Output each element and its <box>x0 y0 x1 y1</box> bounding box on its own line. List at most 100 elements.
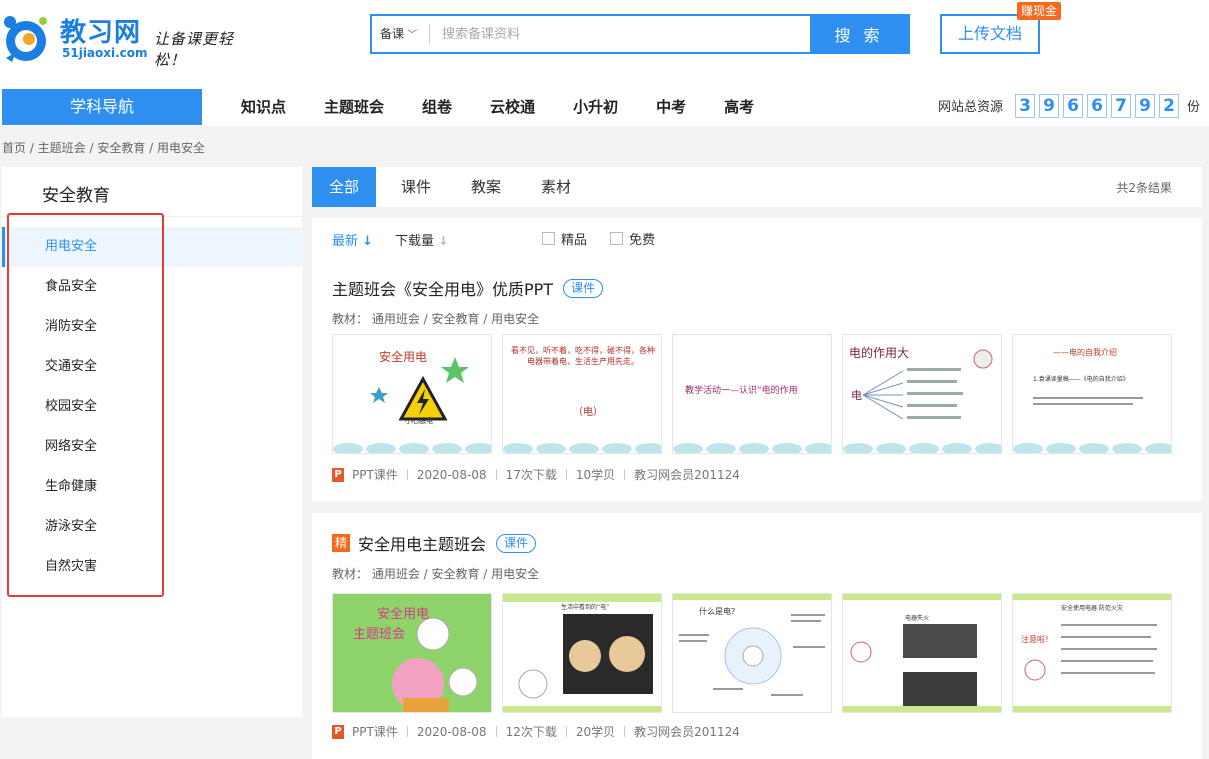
sidebar-item-internet-safety[interactable]: 网络安全 <box>2 427 302 467</box>
slide-text: 小心触电 <box>405 416 433 425</box>
meta-divider <box>406 726 408 737</box>
sidebar-item-campus-safety[interactable]: 校园安全 <box>2 387 302 427</box>
sidebar-item-fire-safety[interactable]: 消防安全 <box>2 307 302 347</box>
slide-text: 1.袁诵读量稿——《电的自我介绍》 <box>1033 375 1129 383</box>
result-path: 教材： 通用班会 / 安全教育 / 用电安全 <box>332 312 540 326</box>
meta-divider <box>565 726 567 737</box>
resource-counter: 3 9 6 6 7 9 2 <box>1015 94 1179 118</box>
slide-text: 电的作用大 <box>849 345 909 360</box>
search-divider <box>429 24 430 44</box>
slide-text: 生活中看到的“电” <box>561 603 609 611</box>
preview-thumbnail[interactable]: 什么是电？ <box>672 593 832 713</box>
tab-all[interactable]: 全部 <box>312 167 376 207</box>
sidebar-item-natural-disaster[interactable]: 自然灾害 <box>2 547 302 587</box>
type-tabs: 全部 课件 教案 素材 共2条结果 <box>312 167 1202 207</box>
slide-preview: 电器失火 <box>843 594 1001 712</box>
sidebar-list: 用电安全 食品安全 消防安全 交通安全 校园安全 网络安全 生命健康 游泳安全 … <box>2 227 302 587</box>
resource-digit: 3 <box>1015 94 1035 118</box>
result-meta: P PPT课件 2020-08-08 12次下载 20学贝 教习网会员20112… <box>332 723 740 740</box>
main-nav: 学科导航 知识点 主题班会 组卷 云校通 小升初 中考 高考 网站总资源 3 9… <box>0 86 1209 126</box>
preview-thumbnail[interactable]: 电器失火 <box>842 593 1002 713</box>
slide-text: 电器失火 <box>905 614 929 622</box>
search-button[interactable]: 搜 索 <box>810 16 908 52</box>
logo-icon <box>4 16 47 62</box>
nav-link-cloud-school[interactable]: 云校通 <box>471 89 554 125</box>
resource-digit: 9 <box>1039 94 1059 118</box>
upload-date: 2020-08-08 <box>416 467 487 482</box>
sidebar-item-life-health[interactable]: 生命健康 <box>2 467 302 507</box>
premium-checkbox-label: 精品 <box>561 233 588 248</box>
slide-text: 看不见，听不着，吃不得，碰不得，各种电器带着电，生活生产用先走。 <box>511 346 655 366</box>
sidebar-item-traffic-safety[interactable]: 交通安全 <box>2 347 302 387</box>
preview-thumbnail[interactable]: 安全用电 小心触电 <box>332 334 492 454</box>
sort-downloads[interactable]: 下载量 ↓ <box>395 230 449 249</box>
breadcrumb[interactable]: 首页 / 主题班会 / 安全教育 / 用电安全 <box>2 139 205 156</box>
download-count: 12次下载 <box>505 725 557 739</box>
preview-thumbnail[interactable]: 教学活动一—认识“电的作用 <box>672 334 832 454</box>
result-meta: P PPT课件 2020-08-08 17次下载 10学贝 教习网会员20112… <box>332 466 740 483</box>
result-title[interactable]: 主题班会《安全用电》优质PPT 课件 <box>332 276 604 300</box>
tab-courseware[interactable]: 课件 <box>386 167 446 207</box>
result-title[interactable]: 精 安全用电主题班会 课件 <box>332 531 537 555</box>
premium-checkbox[interactable]: 精品 <box>542 229 587 248</box>
preview-thumbnail[interactable]: 电的作用大 电 <box>842 334 1002 454</box>
upload-document-button[interactable]: 上传文档 <box>940 14 1040 54</box>
slide-text: 安全使用电器 防范火灾 <box>1061 604 1123 612</box>
free-checkbox[interactable]: 免费 <box>610 229 655 248</box>
preview-thumbnail[interactable]: 安全使用电器 防范火灾 注意啦！ <box>1012 593 1172 713</box>
author[interactable]: 教习网会员201124 <box>634 466 740 483</box>
slide-text: （电） <box>573 405 603 418</box>
slide-preview: 电的作用大 电 <box>843 335 1001 453</box>
nav-link-compose-test[interactable]: 组卷 <box>403 89 471 125</box>
slide-text: 主题班会 <box>353 627 405 642</box>
search-input[interactable] <box>434 16 810 52</box>
slide-text: 安全用电 <box>377 606 429 622</box>
sidebar-title: 安全教育 <box>42 186 110 206</box>
tab-material[interactable]: 素材 <box>526 167 586 207</box>
preview-thumbnail[interactable]: ——电的自我介绍 1.袁诵读量稿——《电的自我介绍》 <box>1012 334 1172 454</box>
nav-link-gaokao[interactable]: 高考 <box>705 89 773 125</box>
meta-divider <box>624 469 626 480</box>
slide-preview: 安全用电 主题班会 <box>333 594 491 712</box>
sort-latest[interactable]: 最新 ↓ <box>332 230 373 249</box>
search-box: 备课 ﹀ 搜 索 <box>370 14 910 54</box>
resource-digit: 6 <box>1087 94 1107 118</box>
meta-divider <box>495 469 497 480</box>
sort-downloads-label: 下载量 <box>395 234 435 249</box>
preview-thumbnail[interactable]: 看不见，听不着，吃不得，碰不得，各种电器带着电，生活生产用先走。 （电） <box>502 334 662 454</box>
earn-cash-badge: 赚现金 <box>1017 2 1062 20</box>
arrow-down-icon: ↓ <box>362 234 374 249</box>
slide-preview: ——电的自我介绍 1.袁诵读量稿——《电的自我介绍》 <box>1013 335 1171 453</box>
type-tag: 课件 <box>563 278 604 298</box>
sidebar-item-swimming-safety[interactable]: 游泳安全 <box>2 507 302 547</box>
subject-nav-button[interactable]: 学科导航 <box>2 89 202 125</box>
meta-divider <box>495 726 497 737</box>
slide-preview: 看不见，听不着，吃不得，碰不得，各种电器带着电，生活生产用先走。 （电） <box>503 335 661 453</box>
resource-total-label: 网站总资源 <box>938 100 1004 115</box>
slide-text: 什么是电？ <box>699 606 739 616</box>
slide-text: 安全用电 <box>379 349 427 364</box>
slide-preview: 生活中看到的“电” <box>503 594 661 712</box>
price: 10学贝 <box>575 468 616 482</box>
nav-link-class-meeting[interactable]: 主题班会 <box>305 89 403 125</box>
category-sidebar: 安全教育 用电安全 食品安全 消防安全 交通安全 校园安全 网络安全 生命健康 … <box>2 167 302 717</box>
preview-thumbnail[interactable]: 安全用电 主题班会 <box>332 593 492 713</box>
slide-text: ——电的自我介绍 <box>1053 347 1117 357</box>
author[interactable]: 教习网会员201124 <box>634 723 740 740</box>
result-card: 精 安全用电主题班会 课件 教材： 通用班会 / 安全教育 / 用电安全 安全用… <box>312 513 1202 759</box>
premium-badge: 精 <box>332 534 350 552</box>
tab-lesson-plan[interactable]: 教案 <box>456 167 516 207</box>
nav-link-junior-entry[interactable]: 小升初 <box>554 89 637 125</box>
sidebar-item-electricity-safety[interactable]: 用电安全 <box>2 227 302 267</box>
slide-preview: 安全使用电器 防范火灾 注意啦！ <box>1013 594 1171 712</box>
filter-bar: 最新 ↓ 下载量 ↓ 精品 免费 <box>312 218 1202 258</box>
meta-divider <box>406 469 408 480</box>
nav-link-zhongkao[interactable]: 中考 <box>637 89 705 125</box>
sidebar-item-food-safety[interactable]: 食品安全 <box>2 267 302 307</box>
nav-link-knowledge[interactable]: 知识点 <box>222 89 305 125</box>
sort-latest-label: 最新 <box>332 234 359 249</box>
preview-thumbnail[interactable]: 生活中看到的“电” <box>502 593 662 713</box>
result-title-text: 主题班会《安全用电》优质PPT <box>332 280 554 299</box>
site-logo[interactable]: 教习网 51jiaoxi.com 让备课更轻松！ <box>2 10 262 69</box>
search-category-select[interactable]: 备课 ﹀ <box>372 16 428 52</box>
